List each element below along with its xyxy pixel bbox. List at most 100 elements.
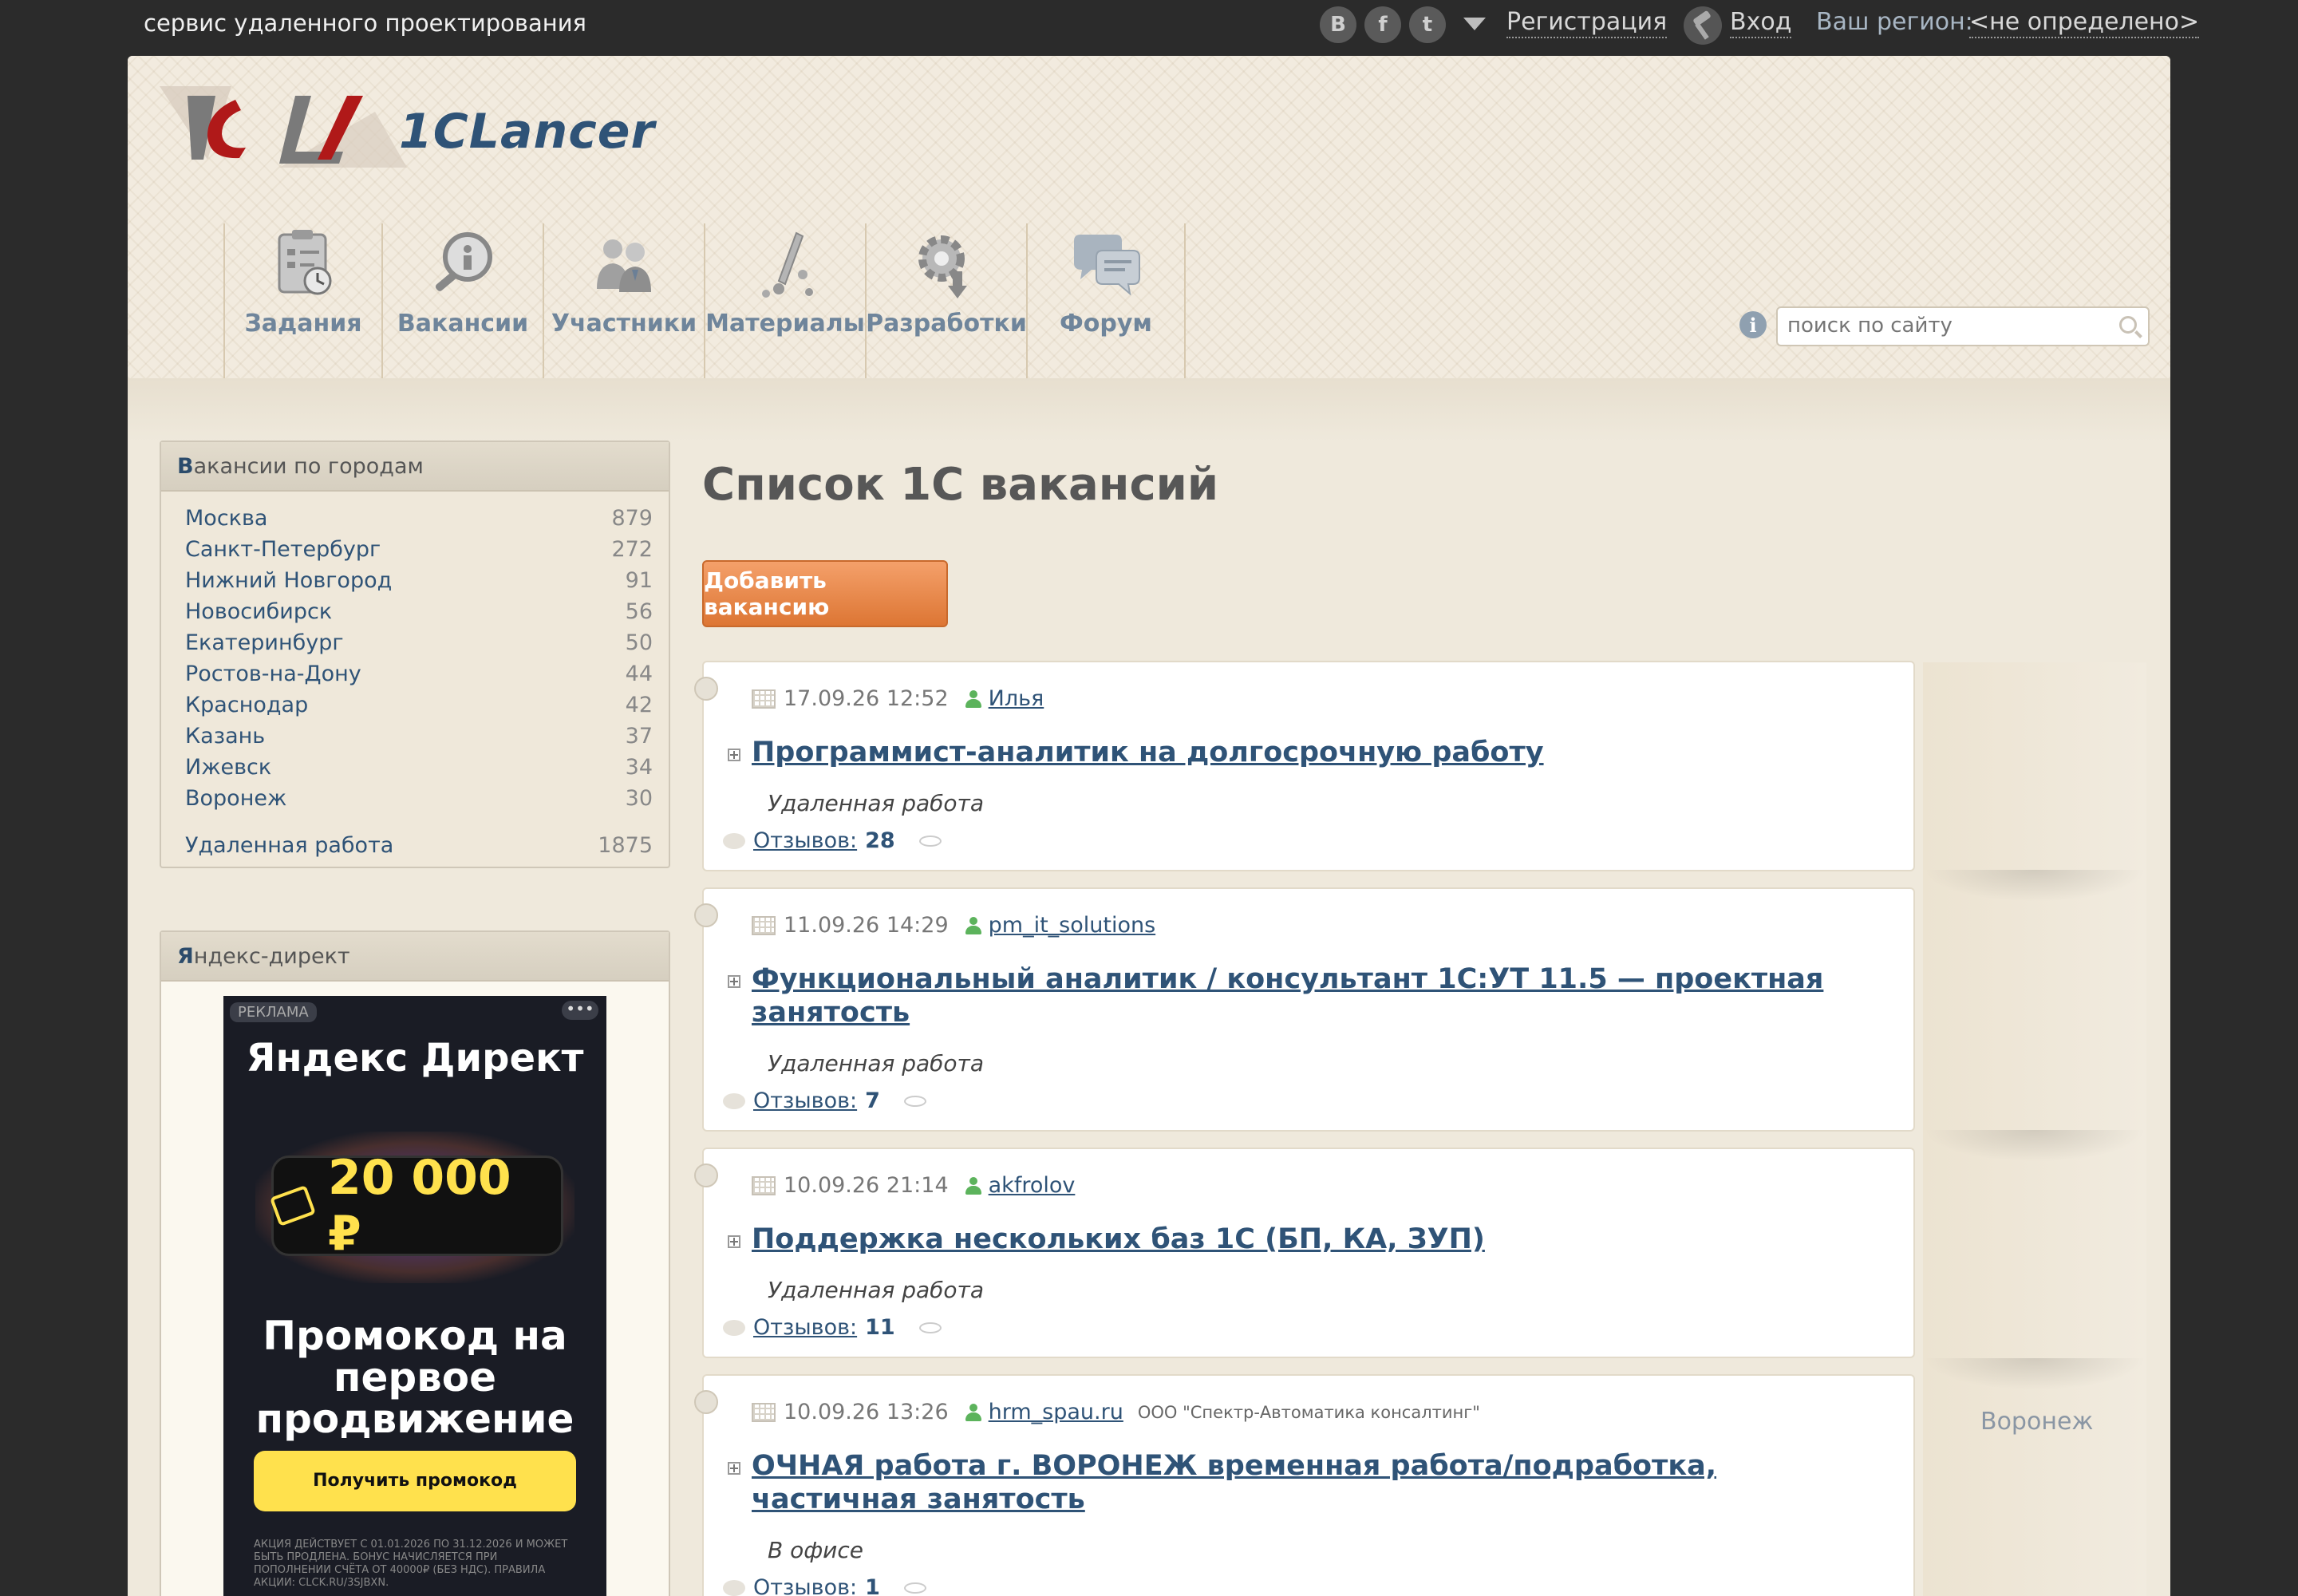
city-count: 44 — [625, 662, 653, 686]
remote-work-link[interactable]: Удаленная работа — [185, 833, 393, 858]
city-link[interactable]: Казань — [185, 724, 265, 749]
top-bar: сервис удаленного проектирования B f t Р… — [0, 0, 2298, 56]
reviews-link[interactable]: Отзывов: — [753, 1575, 857, 1596]
author-link[interactable]: akfrolov — [989, 1173, 1076, 1198]
cities-box: Вакансии по городам Москва 879 Санкт-Пете… — [160, 440, 670, 868]
list-item[interactable]: Екатеринбург 50 — [185, 627, 653, 658]
list-item[interactable]: Москва 879 — [185, 503, 653, 534]
list-item[interactable]: Краснодар 42 — [185, 689, 653, 721]
expand-icon[interactable] — [728, 1235, 740, 1248]
author-link[interactable]: pm_it_solutions — [989, 913, 1156, 938]
city-link[interactable]: Ростов-на-Дону — [185, 662, 361, 686]
expand-icon[interactable] — [728, 975, 740, 988]
title-initial: Я — [177, 943, 194, 969]
city-link[interactable]: Санкт-Петербург — [185, 537, 381, 562]
list-item[interactable]: Ижевск 34 — [185, 752, 653, 783]
list-item[interactable]: Новосибирск 56 — [185, 596, 653, 627]
vacancy-title-link[interactable]: Поддержка нескольких баз 1С (БП, КА, ЗУП… — [752, 1223, 1869, 1256]
page-title: Список 1С вакансий — [702, 459, 1219, 511]
nav-item-tasks[interactable]: Задания — [223, 223, 383, 399]
login-link[interactable]: Вход — [1730, 8, 1792, 38]
login-hammer-icon[interactable] — [1684, 6, 1722, 45]
title-rest: ндекс-директ — [193, 943, 350, 969]
search-icon[interactable] — [2119, 316, 2137, 334]
vacancy-title-link[interactable]: Функциональный аналитик / консультант 1С… — [752, 962, 1869, 1029]
city-link[interactable]: Нижний Новгород — [185, 568, 392, 593]
expand-icon[interactable] — [728, 749, 740, 761]
reviews: Отзывов: 11 — [723, 1315, 942, 1340]
city-count: 30 — [625, 786, 653, 811]
vacancy-card: 10.09.26 13:26 hrm_spau.ru ООО "Спектр-А… — [694, 1374, 1915, 1596]
title-rest: акансии по городам — [193, 453, 424, 479]
participants-icon — [597, 239, 651, 292]
list-item[interactable]: Санкт-Петербург 272 — [185, 534, 653, 565]
list-item[interactable]: Удаленная работа 1875 — [185, 830, 653, 861]
more-options-icon[interactable]: ••• — [562, 1001, 598, 1020]
reviews-link[interactable]: Отзывов: — [753, 1088, 857, 1113]
yandex-direct-ad[interactable]: РЕКЛАМА ••• Яндекс Директ 20 000 ₽ Промо… — [223, 996, 606, 1596]
ad-headline: Промокод на первое продвижение — [255, 1313, 574, 1442]
get-promocode-button[interactable]: Получить промокод — [254, 1451, 576, 1511]
city-count: 50 — [625, 630, 653, 655]
materials-icon — [762, 231, 813, 298]
author-link[interactable]: Илья — [989, 686, 1044, 711]
vacancy-card: 11.09.26 14:29 pm_it_solutions Функциона… — [694, 887, 1915, 1132]
site-logo[interactable]: 1CLancer — [160, 80, 654, 184]
city-link[interactable]: Ижевск — [185, 755, 271, 780]
company-name: ООО "Спектр-Автоматика консалтинг" — [1137, 1402, 1480, 1422]
ad-area: РЕКЛАМА ••• Яндекс Директ 20 000 ₽ Промо… — [161, 982, 669, 1596]
reviews-link[interactable]: Отзывов: — [753, 828, 857, 853]
site-tagline: сервис удаленного проектирования — [144, 10, 586, 37]
expand-icon[interactable] — [728, 1462, 740, 1475]
remote-work-count: 1875 — [598, 833, 653, 858]
nav-item-forum[interactable]: Форум — [1028, 223, 1186, 399]
site-search[interactable] — [1776, 306, 2150, 346]
developments-gear-icon — [918, 235, 967, 298]
strip-shadow — [1923, 870, 2146, 902]
nav-item-vacancies[interactable]: Вакансии — [383, 223, 544, 399]
facebook-icon[interactable]: f — [1364, 6, 1401, 43]
title-initial: В — [177, 453, 194, 479]
vacancy-meta: 17.09.26 12:52 Илья — [752, 686, 1044, 711]
city-link[interactable]: Краснодар — [185, 693, 308, 717]
main-nav: Задания Вакансии Участники Материалы Раз… — [223, 223, 1186, 399]
side-city-label: Воронеж — [1980, 1408, 2094, 1436]
twitter-icon[interactable]: t — [1409, 6, 1446, 43]
reviews: Отзывов: 28 — [723, 828, 942, 853]
nav-item-developments[interactable]: Разработки — [866, 223, 1028, 399]
reviews-link[interactable]: Отзывов: — [753, 1315, 857, 1340]
work-type: Удаленная работа — [768, 1050, 985, 1077]
city-link[interactable]: Новосибирск — [185, 599, 332, 624]
info-icon[interactable]: i — [1739, 311, 1767, 338]
user-icon — [965, 1176, 982, 1195]
author-link[interactable]: hrm_spau.ru — [989, 1400, 1123, 1424]
nav-label: Разработки — [866, 310, 1027, 338]
region-label: Ваш регион: — [1816, 8, 1973, 36]
city-link[interactable]: Москва — [185, 506, 267, 531]
list-item[interactable]: Ростов-на-Дону 44 — [185, 658, 653, 689]
vk-icon[interactable]: B — [1320, 6, 1356, 43]
city-link[interactable]: Воронеж — [185, 786, 286, 811]
chevron-down-icon[interactable] — [1463, 18, 1486, 30]
cities-box-title: Вакансии по городам — [161, 442, 669, 492]
list-item[interactable]: Казань 37 — [185, 721, 653, 752]
nav-item-participants[interactable]: Участники — [544, 223, 705, 399]
add-vacancy-button[interactable]: Добавить вакансию — [702, 560, 948, 627]
vacancy-title-link[interactable]: Программист-аналитик на долгосрочную раб… — [752, 736, 1869, 769]
list-item[interactable]: Воронеж 30 — [185, 783, 653, 814]
nav-item-materials[interactable]: Материалы — [705, 223, 867, 399]
eye-icon — [903, 1095, 926, 1107]
city-link[interactable]: Екатеринбург — [185, 630, 344, 655]
vacancy-title-link[interactable]: ОЧНАЯ работа г. ВОРОНЕЖ временная работа… — [752, 1449, 1869, 1516]
calendar-icon — [752, 915, 776, 935]
vacancies-magnifier-icon — [435, 232, 492, 291]
vacancy-meta: 10.09.26 21:14 akfrolov — [752, 1173, 1075, 1198]
list-item[interactable]: Нижний Новгород 91 — [185, 565, 653, 596]
nav-label: Форум — [1060, 310, 1152, 338]
search-input[interactable] — [1778, 308, 2116, 343]
nav-label: Участники — [551, 310, 697, 338]
register-link[interactable]: Регистрация — [1506, 8, 1668, 38]
comment-bubble-icon — [723, 1579, 745, 1596]
city-count: 56 — [625, 599, 653, 624]
region-selector[interactable]: <не определено> — [1969, 8, 2200, 38]
